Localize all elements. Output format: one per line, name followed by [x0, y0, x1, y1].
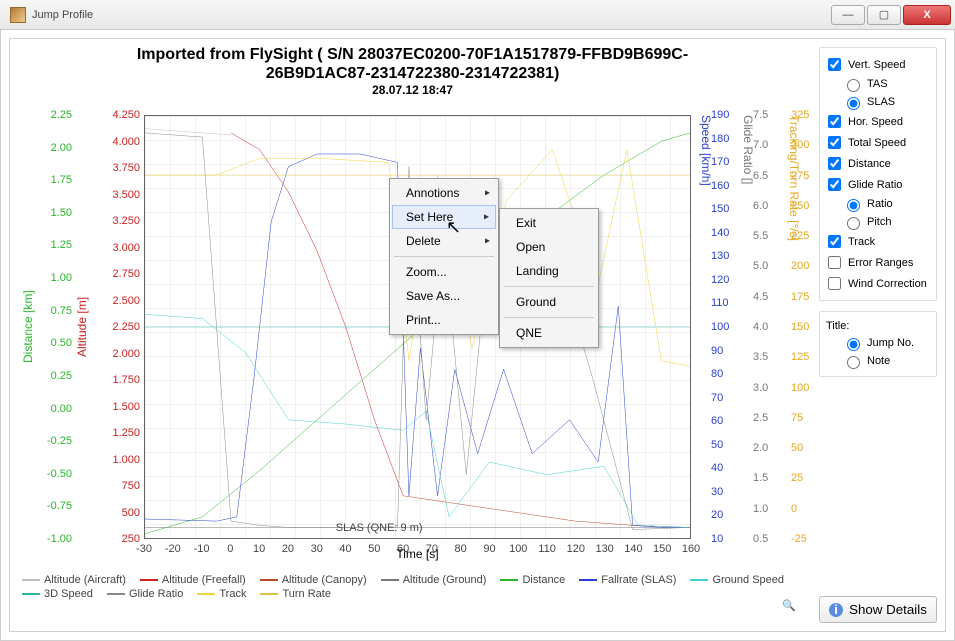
submenu-item-qne[interactable]: QNE — [502, 321, 596, 345]
submenu-item-open[interactable]: Open — [502, 235, 596, 259]
radio-tas[interactable]: TAS — [842, 75, 932, 93]
menu-item-set-here[interactable]: Set Here▸ — [392, 205, 496, 229]
submenu-item-exit[interactable]: Exit — [502, 211, 596, 235]
submenu-item-ground[interactable]: Ground — [502, 290, 596, 314]
radio-jump-no[interactable]: Jump No. — [824, 334, 932, 352]
checkbox-distance[interactable]: Distance — [824, 153, 932, 174]
ticks-altitude: 2505007501.0001.2501.5001.7502.0002.2502… — [100, 115, 140, 539]
axis-label-x: Time [s] — [144, 547, 691, 561]
checkbox-vert-speed[interactable]: Vert. Speed — [824, 54, 932, 75]
checkbox-track[interactable]: Track — [824, 231, 932, 252]
chart-legend: Altitude (Aircraft) Altitude (Freefall) Al… — [22, 567, 803, 625]
zoom-icon[interactable]: 🔍 — [779, 595, 799, 615]
legend-item[interactable]: Turn Rate — [260, 588, 331, 600]
ticks-speed: 1020304050607080901001101201301401501601… — [711, 115, 737, 539]
ticks-glide: 0.51.01.52.02.53.03.54.04.55.05.56.06.57… — [753, 115, 775, 539]
window-minimize-button[interactable]: — — [831, 5, 865, 25]
chart-panel: Imported from FlySight ( S/N 28037EC0200… — [14, 43, 811, 627]
legend-item[interactable]: Altitude (Freefall) — [140, 574, 246, 586]
axis-label-altitude: Altitude [m] — [74, 115, 90, 539]
window-title: Jump Profile — [32, 9, 831, 21]
radio-note[interactable]: Note — [824, 352, 932, 370]
legend-item[interactable]: Track — [197, 588, 246, 600]
submenu-item-landing[interactable]: Landing — [502, 259, 596, 283]
title-label: Title: — [824, 318, 932, 334]
chart-title: Imported from FlySight ( S/N 28037EC0200… — [14, 43, 811, 83]
legend-item[interactable]: Altitude (Ground) — [381, 574, 487, 586]
ticks-track: -250255075100125150175200225250275300325 — [791, 115, 817, 539]
menu-item-zoom-[interactable]: Zoom... — [392, 260, 496, 284]
window-close-button[interactable]: X — [903, 5, 951, 25]
window-maximize-button[interactable]: ▢ — [867, 5, 901, 25]
window-titlebar: Jump Profile — ▢ X — [0, 0, 955, 30]
checkbox-total-speed[interactable]: Total Speed — [824, 132, 932, 153]
legend-item[interactable]: Altitude (Canopy) — [260, 574, 367, 586]
context-submenu-set-here[interactable]: ExitOpenLanding Ground QNE — [499, 208, 599, 348]
radio-ratio[interactable]: Ratio — [842, 195, 932, 213]
radio-slas[interactable]: SLAS — [842, 93, 932, 111]
radio-pitch[interactable]: Pitch — [842, 213, 932, 231]
side-panel: Vert. Speed TAS SLAS Hor. Speed Total Sp… — [811, 43, 941, 627]
ticks-distance: -1.00-0.75-0.50-0.250.000.250.500.751.00… — [40, 115, 72, 539]
context-menu[interactable]: Annotions▸Set Here▸Delete▸ Zoom...Save As… — [389, 178, 499, 335]
menu-item-print-[interactable]: Print... — [392, 308, 496, 332]
checkbox-wind-correction[interactable]: Wind Correction — [824, 273, 932, 294]
legend-item[interactable]: 3D Speed — [22, 588, 93, 600]
menu-item-save-as-[interactable]: Save As... — [392, 284, 496, 308]
checkbox-error-ranges[interactable]: Error Ranges — [824, 252, 932, 273]
checkbox-glide-ratio[interactable]: Glide Ratio — [824, 174, 932, 195]
legend-item[interactable]: Ground Speed — [690, 574, 784, 586]
legend-item[interactable]: Glide Ratio — [107, 588, 183, 600]
legend-item[interactable]: Distance — [500, 574, 565, 586]
legend-item[interactable]: Altitude (Aircraft) — [22, 574, 126, 586]
chart-subtitle: 28.07.12 18:47 — [14, 83, 811, 97]
axis-label-distance: Distance [km] — [20, 115, 36, 539]
slas-annotation: SLAS (QNE: 9 m) — [336, 522, 423, 534]
show-details-button[interactable]: i Show Details — [819, 596, 937, 623]
menu-item-delete[interactable]: Delete▸ — [392, 229, 496, 253]
app-icon — [10, 7, 26, 23]
info-icon: i — [829, 603, 843, 617]
checkbox-hor-speed[interactable]: Hor. Speed — [824, 111, 932, 132]
menu-item-annotions[interactable]: Annotions▸ — [392, 181, 496, 205]
legend-item[interactable]: Fallrate (SLAS) — [579, 574, 676, 586]
